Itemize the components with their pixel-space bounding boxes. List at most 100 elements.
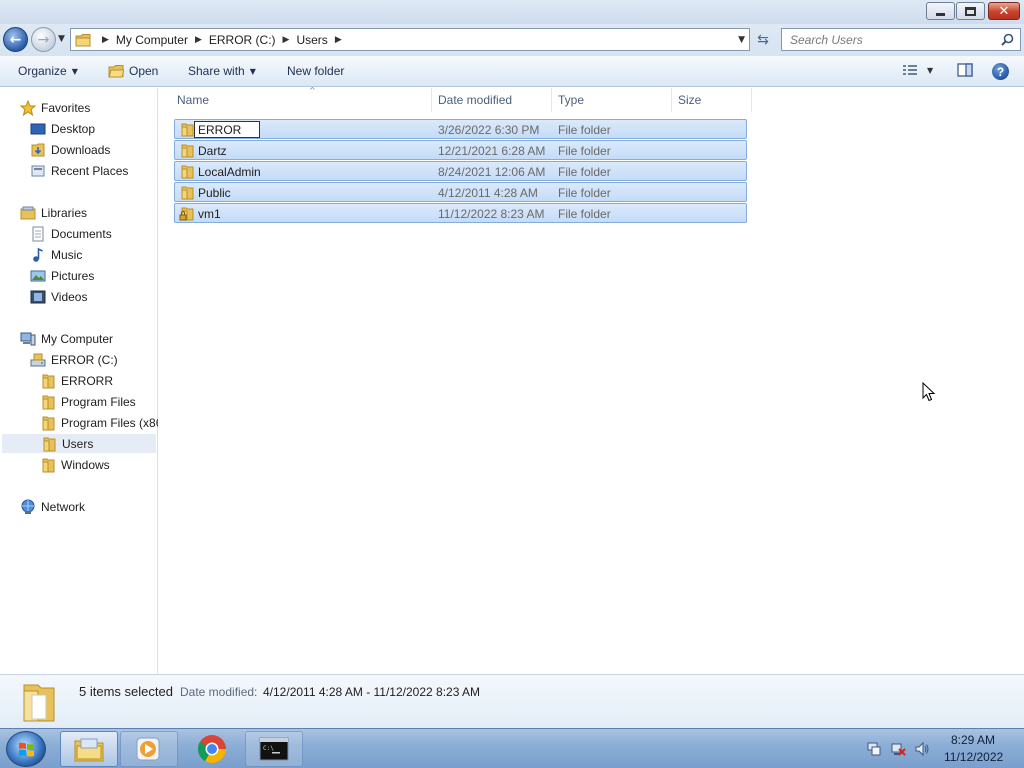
nav-label: Network xyxy=(41,499,86,514)
file-date: 8/24/2021 12:06 AM xyxy=(438,165,546,179)
nav-videos[interactable]: Videos xyxy=(30,287,87,306)
share-with-button[interactable]: Share with ▼ xyxy=(188,64,256,78)
nav-folder-errorr[interactable]: ERRORR xyxy=(40,371,113,390)
network-status-icon[interactable] xyxy=(890,741,906,757)
taskbar-cmd[interactable]: C:\ xyxy=(245,731,303,767)
views-dropdown-icon[interactable]: ▼ xyxy=(927,66,933,75)
taskbar-explorer[interactable] xyxy=(60,731,118,767)
file-type: File folder xyxy=(558,207,611,221)
folder-icon xyxy=(181,123,194,137)
nav-folder-users[interactable]: Users xyxy=(2,434,156,453)
new-folder-button[interactable]: New folder xyxy=(287,64,344,78)
nav-label: Program Files (x86 xyxy=(61,415,158,430)
file-type: File folder xyxy=(558,123,611,137)
clock-time[interactable]: 8:29 AM xyxy=(951,733,995,747)
selection-count: 5 items selected xyxy=(79,684,173,699)
address-bar[interactable]: ▶ My Computer ▶ ERROR (C:) ▶ Users ▶ ▼ xyxy=(70,28,750,51)
forward-arrow-icon: → xyxy=(37,31,50,48)
start-button[interactable] xyxy=(6,731,46,767)
folder-icon xyxy=(181,165,194,179)
rename-input[interactable] xyxy=(194,121,260,138)
close-button[interactable]: ✕ xyxy=(988,2,1020,20)
date-modified-value: 4/12/2011 4:28 AM - 11/12/2022 8:23 AM xyxy=(263,685,481,699)
breadcrumb-drive[interactable]: ERROR (C:) xyxy=(209,33,276,47)
nav-my-computer[interactable]: My Computer xyxy=(20,329,113,348)
refresh-icon: ⇆ xyxy=(757,31,769,48)
recent-places-icon xyxy=(31,165,45,176)
computer-icon xyxy=(20,332,36,345)
column-header-type[interactable]: Type xyxy=(552,88,672,112)
organize-button[interactable]: Organize ▼ xyxy=(18,64,78,78)
nav-desktop[interactable]: Desktop xyxy=(30,119,95,138)
help-icon[interactable]: ? xyxy=(992,63,1009,80)
nav-label: Recent Places xyxy=(51,163,129,178)
address-row: ← → ▼ ▶ My Computer ▶ ERROR (C:) ▶ Users… xyxy=(0,24,1024,56)
recent-pages-dropdown[interactable]: ▼ xyxy=(58,34,65,44)
nav-music[interactable]: Music xyxy=(30,245,82,264)
preview-pane-icon[interactable] xyxy=(957,62,973,78)
nav-label: ERROR (C:) xyxy=(51,352,118,367)
search-icon[interactable] xyxy=(1001,33,1014,46)
sort-ascending-icon: ^ xyxy=(309,86,316,95)
breadcrumb-separator[interactable]: ▶ xyxy=(102,35,109,45)
nav-libraries[interactable]: Libraries xyxy=(20,203,87,222)
column-header-date-modified[interactable]: Date modified xyxy=(432,88,552,112)
folder-icon xyxy=(42,374,55,388)
breadcrumb-separator[interactable]: ▶ xyxy=(283,35,290,45)
open-folder-icon xyxy=(108,65,124,78)
minimize-icon xyxy=(936,13,945,16)
nav-network[interactable]: Network xyxy=(20,497,85,516)
refresh-button[interactable]: ⇆ xyxy=(752,28,774,51)
nav-label: Program Files xyxy=(61,394,136,409)
open-button[interactable]: Open xyxy=(108,64,158,78)
breadcrumb-separator[interactable]: ▶ xyxy=(335,35,342,45)
file-row[interactable]: 3/26/2022 6:30 PM File folder xyxy=(174,119,747,139)
breadcrumb-my-computer[interactable]: My Computer xyxy=(116,33,188,47)
breadcrumb-separator[interactable]: ▶ xyxy=(195,35,202,45)
back-button[interactable]: ← xyxy=(3,27,28,52)
forward-button[interactable]: → xyxy=(31,27,56,52)
column-header-name[interactable]: Name ^ xyxy=(171,86,432,112)
maximize-button[interactable] xyxy=(956,2,985,20)
folder-stack-icon xyxy=(23,684,55,722)
column-header-label: Date modified xyxy=(438,93,513,107)
clock-date[interactable]: 11/12/2022 xyxy=(944,750,1003,764)
nav-pictures[interactable]: Pictures xyxy=(30,266,94,285)
date-modified-label: Date modified: xyxy=(180,685,258,699)
nav-favorites[interactable]: Favorites xyxy=(20,98,90,117)
folder-icon xyxy=(43,437,56,451)
volume-icon[interactable] xyxy=(914,741,930,757)
explorer-icon xyxy=(74,738,104,762)
nav-documents[interactable]: Documents xyxy=(30,224,112,243)
file-row[interactable]: Dartz 12/21/2021 6:28 AM File folder xyxy=(174,140,747,160)
search-box[interactable] xyxy=(781,28,1021,51)
nav-folder-program-files-x86[interactable]: Program Files (x86 xyxy=(40,413,158,432)
breadcrumb-users[interactable]: Users xyxy=(296,33,327,47)
videos-icon xyxy=(30,290,46,303)
action-center-icon[interactable] xyxy=(866,741,882,757)
taskbar-chrome[interactable] xyxy=(183,731,241,767)
locked-folder-icon xyxy=(179,207,194,221)
folder-icon xyxy=(42,416,55,430)
drive-icon xyxy=(30,353,46,366)
file-row[interactable]: Public 4/12/2011 4:28 AM File folder xyxy=(174,182,747,202)
nav-folder-windows[interactable]: Windows xyxy=(40,455,110,474)
taskbar-media-player[interactable] xyxy=(120,731,178,767)
nav-drive-c[interactable]: ERROR (C:) xyxy=(30,350,118,369)
change-view-icon[interactable] xyxy=(902,62,918,78)
nav-folder-program-files[interactable]: Program Files xyxy=(40,392,136,411)
media-player-icon xyxy=(136,737,160,761)
minimize-button[interactable] xyxy=(926,2,955,20)
nav-label: ERRORR xyxy=(61,373,114,388)
column-header-label: Size xyxy=(678,93,702,107)
file-row[interactable]: vm1 11/12/2022 8:23 AM File folder xyxy=(174,203,747,223)
nav-label: Downloads xyxy=(51,142,111,157)
address-dropdown-icon[interactable]: ▼ xyxy=(738,35,745,45)
column-header-size[interactable]: Size xyxy=(672,88,752,112)
pictures-icon xyxy=(30,270,46,281)
nav-downloads[interactable]: Downloads xyxy=(30,140,110,159)
chevron-down-icon: ▼ xyxy=(71,66,78,76)
file-row[interactable]: LocalAdmin 8/24/2021 12:06 AM File folde… xyxy=(174,161,747,181)
nav-recent-places[interactable]: Recent Places xyxy=(30,161,128,180)
search-input[interactable] xyxy=(790,32,990,47)
